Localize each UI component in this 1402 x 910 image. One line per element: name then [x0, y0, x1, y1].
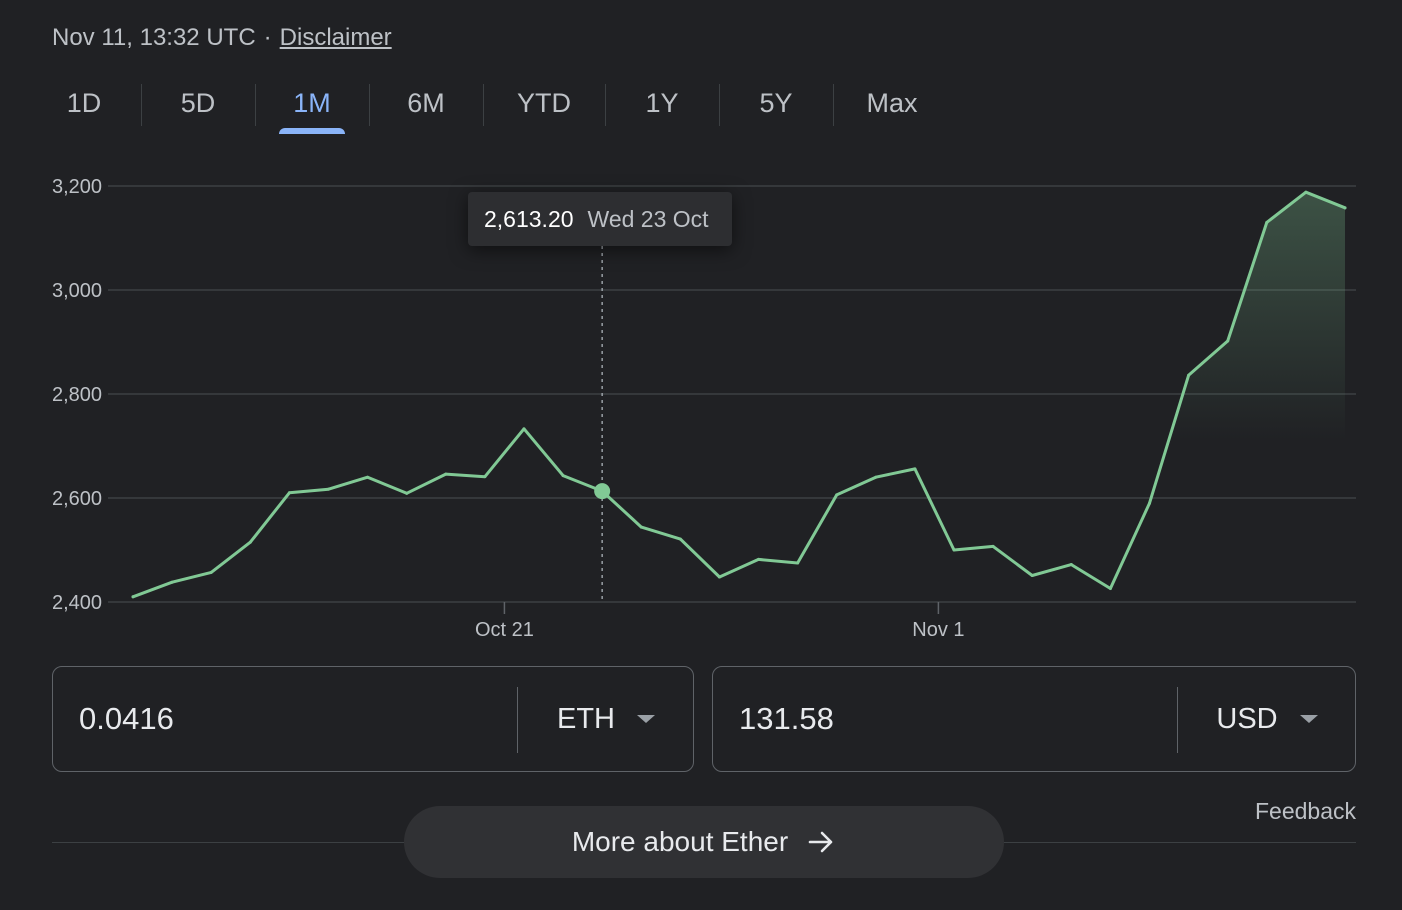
data-point [913, 467, 917, 471]
data-point [287, 491, 291, 495]
to-converter: 131.58 USD [712, 666, 1356, 772]
to-currency-select[interactable]: USD [1179, 667, 1355, 771]
data-point [1108, 586, 1112, 590]
feedback-link[interactable]: Feedback [1255, 798, 1356, 825]
data-point [639, 525, 643, 529]
data-point [561, 474, 565, 478]
data-point [405, 491, 409, 495]
finance-widget: Nov 11, 13:32 UTC · Disclaimer 1D 5D 1M 6M… [0, 0, 1402, 910]
converter-divider [1177, 687, 1178, 753]
data-point [1030, 573, 1034, 577]
separator-dot: · [263, 24, 272, 51]
data-point [717, 575, 721, 579]
data-point [1148, 501, 1152, 505]
x-tick-label: Nov 1 [912, 619, 964, 641]
x-tick-label: Oct 21 [475, 619, 534, 641]
tab-6m[interactable]: 6M [370, 80, 482, 132]
data-point [835, 493, 839, 497]
from-currency-label: ETH [557, 702, 615, 735]
data-point [678, 537, 682, 541]
converter-divider [517, 687, 518, 753]
tooltip-value: 2,613.20 [484, 205, 574, 232]
data-point [483, 475, 487, 479]
data-point [522, 427, 526, 431]
data-point [757, 557, 761, 561]
data-point [326, 487, 330, 491]
tab-1y[interactable]: 1Y [606, 80, 718, 132]
data-point [209, 570, 213, 574]
dropdown-caret-icon [1299, 715, 1318, 723]
data-point [1304, 190, 1308, 194]
y-tick-label: 3,200 [52, 176, 102, 198]
chart-tooltip: 2,613.20 Wed 23 Oct [468, 192, 732, 246]
tab-5y[interactable]: 5Y [720, 80, 832, 132]
arrow-right-icon [808, 831, 833, 853]
dropdown-caret-icon [637, 715, 655, 723]
y-tick-label: 2,800 [52, 384, 102, 406]
y-axis: 3,200 3,000 2,800 2,600 2,400 [52, 176, 102, 614]
timestamp: Nov 11, 13:32 UTC [52, 24, 256, 51]
data-point [1343, 206, 1347, 210]
data-point [1265, 220, 1269, 224]
more-about-button[interactable]: More about Ether [404, 806, 1004, 878]
data-point [444, 472, 448, 476]
tab-5d[interactable]: 5D [142, 80, 254, 132]
disclaimer-link[interactable]: Disclaimer [280, 24, 392, 51]
x-axis: Oct 21 Nov 1 [475, 602, 965, 641]
data-point [170, 580, 174, 584]
to-amount-input[interactable]: 131.58 [739, 667, 834, 771]
area-fill [1140, 192, 1345, 602]
to-currency-label: USD [1216, 702, 1278, 735]
y-tick-label: 2,600 [52, 488, 102, 510]
data-point [131, 595, 135, 599]
from-currency-select[interactable]: ETH [519, 667, 693, 771]
tab-ytd[interactable]: YTD [484, 80, 604, 132]
data-point [366, 475, 370, 479]
data-point [248, 540, 252, 544]
tab-1m[interactable]: 1M [256, 80, 368, 134]
from-amount-input[interactable]: 0.0416 [79, 667, 174, 771]
data-point [952, 548, 956, 552]
active-tab-indicator [279, 128, 345, 134]
y-tick-label: 2,400 [52, 592, 102, 614]
more-about-label: More about Ether [571, 826, 789, 857]
tab-1d[interactable]: 1D [30, 80, 138, 132]
data-point [1226, 339, 1230, 343]
data-point [991, 544, 995, 548]
data-point [874, 475, 878, 479]
y-tick-label: 3,000 [52, 280, 102, 302]
timestamp-line: Nov 11, 13:32 UTC · Disclaimer [52, 24, 392, 52]
from-converter: 0.0416 ETH [52, 666, 694, 772]
data-point [796, 561, 800, 565]
data-point [1069, 563, 1073, 567]
tooltip-date: Wed 23 Oct [587, 205, 709, 232]
tab-max[interactable]: Max [834, 80, 950, 132]
hover-point [594, 483, 611, 500]
data-point [1187, 373, 1191, 377]
